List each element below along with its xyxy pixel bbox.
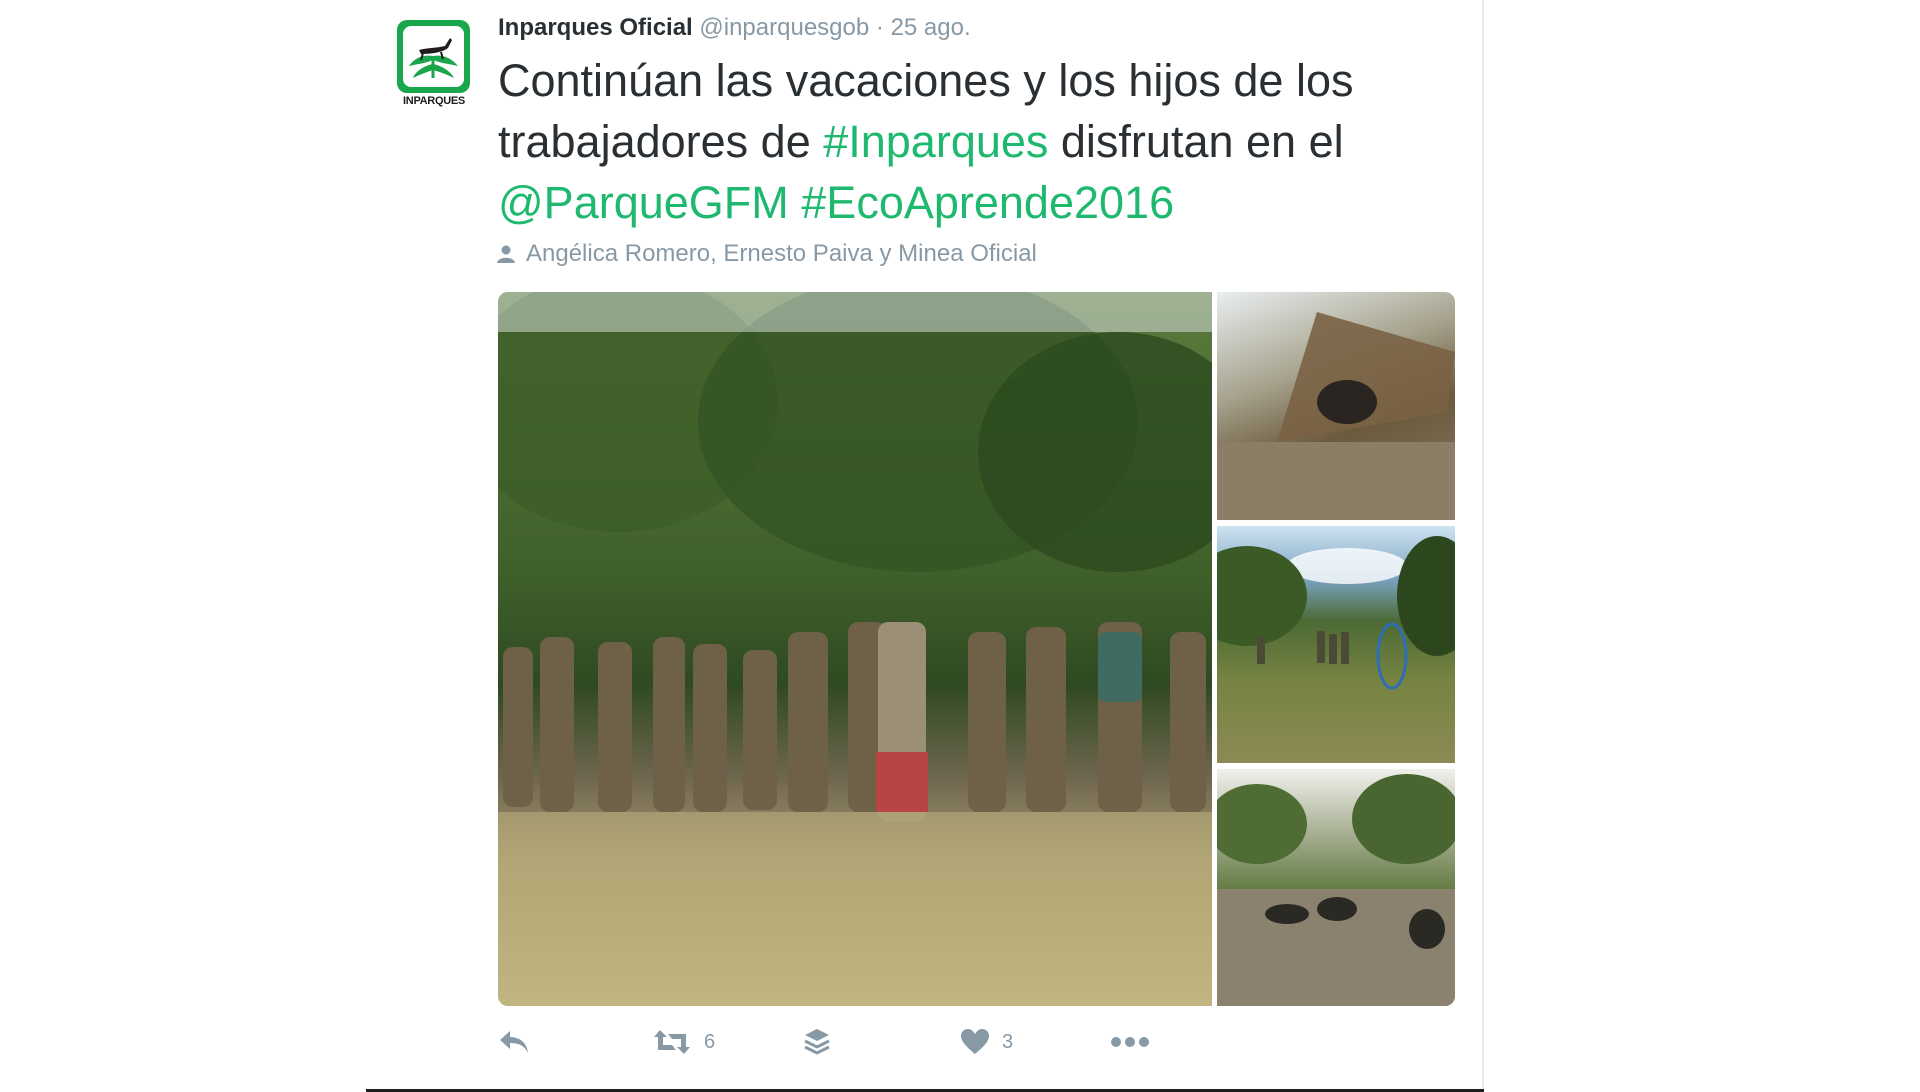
like-count: 3: [1002, 1030, 1014, 1053]
retweet-button[interactable]: 6: [652, 1022, 715, 1062]
retweet-icon: [654, 1030, 690, 1054]
retweet-count: 6: [704, 1030, 716, 1053]
mud-photo-illustration: [1217, 774, 1455, 1006]
photo-grid: [498, 292, 1455, 1006]
tweet-actions: 6 3: [0, 1022, 1920, 1062]
tagged-people[interactable]: Angélica Romero, Ernesto Paiva y Minea O…: [496, 240, 1037, 268]
photo-mud-crawl[interactable]: [1217, 769, 1455, 1006]
text-line-2a: trabajadores de: [498, 116, 824, 167]
reply-button[interactable]: [498, 1022, 530, 1062]
more-dots-icon: [1111, 1037, 1149, 1047]
tweet-header: Inparques Oficial @inparquesgob · 25 ago…: [498, 14, 971, 42]
deer-icon: [409, 38, 458, 78]
tweet-text: Continúan las vacaciones y los hijos de …: [498, 50, 1458, 233]
tunnel-photo-illustration: [1217, 312, 1455, 520]
avatar[interactable]: INPARQUES: [397, 20, 471, 108]
text-line-1: Continúan las vacaciones y los hijos de …: [498, 55, 1354, 106]
like-button[interactable]: 3: [960, 1022, 1013, 1062]
author-handle[interactable]: @inparquesgob: [699, 14, 869, 41]
photo-field-activity[interactable]: [1217, 526, 1455, 763]
field-photo-illustration: [1217, 536, 1455, 690]
person-icon: [497, 245, 515, 263]
hashtag-ecoaprende[interactable]: #EcoAprende2016: [801, 177, 1174, 228]
text-line-2b: disfrutan en el: [1048, 116, 1344, 167]
group-photo-illustration: [498, 292, 1212, 1006]
author-name[interactable]: Inparques Oficial: [498, 14, 693, 41]
header-separator: ·: [875, 14, 884, 41]
tagged-names: Angélica Romero, Ernesto Paiva y Minea O…: [526, 240, 1037, 267]
heart-icon: [961, 1029, 989, 1054]
photo-crawl-tunnel[interactable]: [1217, 292, 1455, 520]
buffer-button[interactable]: [803, 1022, 831, 1062]
more-button[interactable]: [1110, 1022, 1150, 1062]
photo-main[interactable]: [498, 292, 1212, 1006]
hashtag-inparques[interactable]: #Inparques: [823, 116, 1048, 167]
tweet-timestamp[interactable]: 25 ago.: [891, 14, 971, 41]
inparques-logo: [397, 20, 470, 93]
layers-icon: [804, 1029, 830, 1055]
reply-icon: [500, 1031, 528, 1053]
avatar-caption: INPARQUES: [403, 95, 465, 107]
mention-parquegfm[interactable]: @ParqueGFM: [498, 177, 789, 228]
